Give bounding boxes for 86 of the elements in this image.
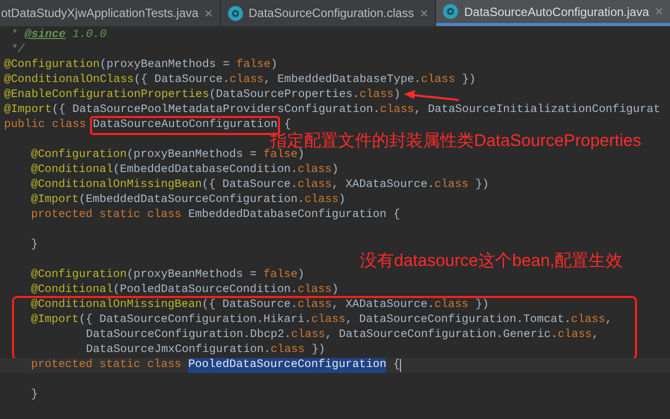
code-token: @Configuration xyxy=(31,148,127,163)
code-token: @Configuration xyxy=(4,58,100,73)
code-token: { xyxy=(283,118,292,132)
code-token: false xyxy=(263,268,298,283)
code-token: (PooledDataSourceCondition. xyxy=(113,283,298,298)
code-token: class xyxy=(298,163,332,178)
code-token: * xyxy=(10,28,19,43)
code-token: class xyxy=(270,343,305,358)
code-token: 1.0.0 xyxy=(71,28,107,43)
editor-tab[interactable]: otDataStudyXjwApplicationTests.java × xyxy=(0,0,221,26)
code-token: @ConditionalOnMissingBean xyxy=(31,298,202,313)
code-token: (EmbeddedDataSourceConfiguration. xyxy=(78,193,304,208)
code-token: public class xyxy=(4,118,88,133)
callout-note: 没有datasource这个bean,配置生效 xyxy=(360,251,623,270)
code-token: { xyxy=(392,358,400,373)
code-token: @Conditional xyxy=(31,163,114,178)
code-token: , xyxy=(592,328,599,343)
code-token: protected static class xyxy=(31,208,182,223)
code-token: ({ DataSource. xyxy=(202,298,298,313)
code-token: */ xyxy=(10,43,25,58)
code-token: class xyxy=(298,283,332,298)
code-token: (EmbeddedDatabaseCondition. xyxy=(113,163,298,178)
code-token: class xyxy=(558,328,592,343)
highlighted-class-name: DataSourceAutoConfiguration xyxy=(90,116,280,135)
code-token: }) xyxy=(461,73,476,88)
code-token: class xyxy=(434,298,469,313)
code-token: class xyxy=(304,193,339,208)
code-token: @Import xyxy=(4,103,52,118)
text-caret xyxy=(400,359,402,372)
editor-tab[interactable]: DataSourceConfiguration.class × xyxy=(220,0,436,26)
code-token: , EmbeddedDatabaseType. xyxy=(264,73,421,88)
arrow xyxy=(404,90,460,102)
code-token: , DataSourceConfiguration.Tomcat. xyxy=(345,313,572,328)
code-token: ) xyxy=(338,193,346,208)
code-token: ({ DataSourceConfiguration.Hikari. xyxy=(78,313,312,328)
code-token: @EnableConfigurationProperties xyxy=(4,88,210,103)
code-token: ({ DataSource. xyxy=(134,73,230,88)
code-token: } xyxy=(31,388,38,403)
code-token: class xyxy=(571,313,606,328)
code-token: ) xyxy=(332,163,339,178)
code-token: ({ DataSourcePoolMetadataProvidersConfiguration. xyxy=(52,103,380,118)
code-token: @ConditionalOnMissingBean xyxy=(31,178,202,193)
code-token: DataSourceJmxConfiguration. xyxy=(86,343,271,358)
code-token: ) xyxy=(394,88,400,103)
code-token: , xyxy=(605,313,612,328)
code-token: class xyxy=(380,103,414,118)
code-token: EmbeddedDatabaseConfiguration { xyxy=(188,208,400,223)
code-token: (DataSourceProperties. xyxy=(209,88,360,103)
code-token: , DataSourceInitializationConfigurat xyxy=(414,103,660,118)
code-token: class xyxy=(291,328,326,343)
code-token: class xyxy=(311,313,346,328)
close-icon[interactable]: × xyxy=(204,2,213,24)
editor-tab[interactable]: DataSourceAutoConfiguration.java × xyxy=(436,0,670,26)
code-token: false xyxy=(236,58,271,73)
code-token: protected static class xyxy=(31,358,182,373)
code-token: (proxyBeanMethods = xyxy=(126,148,258,163)
code-token: @Import xyxy=(31,313,79,328)
code-token: , DataSourceConfiguration.Generic. xyxy=(325,328,558,343)
close-icon[interactable]: × xyxy=(420,2,428,24)
code-token: }) xyxy=(474,298,490,313)
code-token: } xyxy=(31,238,38,253)
code-token: class xyxy=(434,178,469,193)
code-token: }) xyxy=(310,343,326,358)
code-token: @since xyxy=(24,28,66,43)
code-token: false xyxy=(263,148,298,163)
code-token: ) xyxy=(332,283,339,298)
code-token: , XADataSource. xyxy=(332,298,434,313)
code-token: @Conditional xyxy=(31,283,114,298)
code-token: class xyxy=(298,178,332,193)
code-token: class xyxy=(359,88,394,103)
code-token: }) xyxy=(474,178,490,193)
code-token: @ConditionalOnClass xyxy=(4,73,134,88)
code-token: class xyxy=(420,73,456,88)
code-token: @Import xyxy=(31,193,79,208)
code-token: , XADataSource. xyxy=(332,178,434,193)
code-token: DataSourceConfiguration.Dbcp2. xyxy=(86,328,292,343)
code-token: @Configuration xyxy=(31,268,127,283)
code-token: ) xyxy=(298,148,304,163)
code-token: (proxyBeanMethods = xyxy=(126,268,258,283)
code-token: ) xyxy=(298,268,304,283)
code-token: ({ DataSource. xyxy=(202,178,298,193)
code-token: class xyxy=(298,298,332,313)
code-token: (proxyBeanMethods = xyxy=(100,58,231,73)
selected-text: PooledDataSourceConfiguration xyxy=(188,358,386,373)
code-token: class xyxy=(230,73,264,88)
code-token: ) xyxy=(270,58,278,73)
